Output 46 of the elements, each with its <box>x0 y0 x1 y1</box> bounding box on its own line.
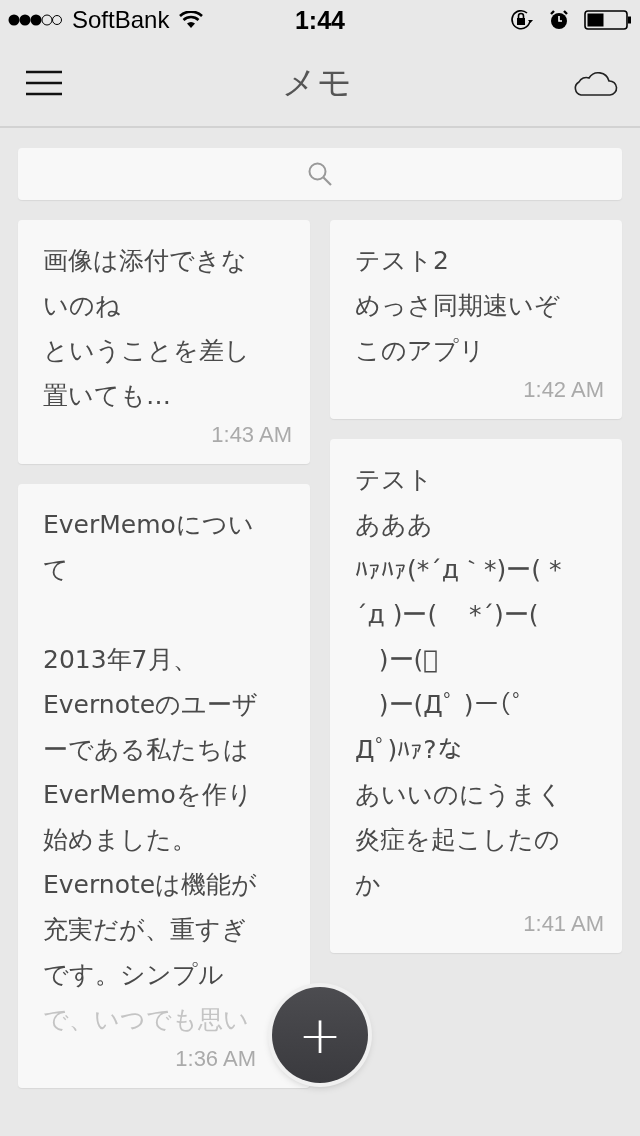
note-text: )ー(Дﾟ )ー(ﾟ <box>377 689 525 721</box>
note-text: このアプリ <box>355 335 485 367</box>
note-text: Evernoteは機能が <box>43 869 258 901</box>
note-text: EverMemoについ <box>43 509 254 541</box>
search-icon <box>307 161 333 187</box>
note-text: 画像は添付できな <box>43 245 247 277</box>
note-card[interactable]: 画像は添付できな いのね ということを差し 置いても… 1:43 AM <box>18 220 310 464</box>
alarm-icon <box>548 9 570 31</box>
note-text: です。シンプル <box>43 959 224 991</box>
note-time: 1:42 AM <box>522 377 605 403</box>
note-time: 1:36 AM <box>174 1046 257 1072</box>
note-card[interactable]: テスト2 めっさ同期速いぞ このアプリ 1:42 AM <box>330 220 622 419</box>
rotation-lock-icon <box>510 9 534 31</box>
search-field[interactable] <box>18 148 622 200</box>
note-text: テスト <box>355 464 433 496</box>
note-text: て <box>43 554 69 586</box>
battery-icon <box>584 10 632 30</box>
note-time: 1:41 AM <box>522 911 605 937</box>
note-text: あいいのにうまく <box>355 779 563 811</box>
note-card[interactable]: テスト あああ ﾊｧﾊｧ(*´д｀*)ー( * ´д )ー( *´)ー( )ー(ﾟ )ー(Дﾟ )ー(ﾟ Дﾟ)ﾊｧ?な あいいのにうまく 炎症を起こしたの か 1:41 AM <box>330 439 622 953</box>
note-text: 始めました。 <box>43 824 197 856</box>
note-text: 置いても… <box>43 380 171 412</box>
menu-icon <box>26 70 62 96</box>
note-text: Дﾟ)ﾊｧ?な <box>355 734 462 766</box>
note-text: ﾊｧﾊｧ(*´д｀*)ー( * <box>355 554 562 586</box>
note-text: ´д )ー( *´)ー( <box>355 599 539 631</box>
note-text: 炎症を起こしたの <box>355 824 560 856</box>
screen-title: メモ <box>282 62 352 103</box>
note-text: テスト2 <box>355 245 449 277</box>
note-text: めっさ同期速いぞ <box>355 290 560 322</box>
note-text: EverMemoを作り <box>43 779 253 811</box>
note-text: いのね <box>43 290 121 322</box>
note-text: ということを差し <box>43 335 250 367</box>
note-time: 1:43 AM <box>210 422 293 448</box>
note-text: )ー(ﾟ <box>377 644 439 676</box>
signal-icon <box>8 13 62 27</box>
cloud-icon <box>572 69 618 97</box>
note-text: Evernoteのユーザ <box>43 689 259 721</box>
note-text: か <box>355 869 381 901</box>
wifi-icon <box>179 11 204 29</box>
carrier-name: SoftBank <box>72 6 170 34</box>
note-text: あああ <box>355 509 433 541</box>
status-time: 1:44 <box>294 5 345 35</box>
note-text: 充実だが、重すぎ <box>43 914 247 946</box>
note-text: 2013年7月、 <box>43 644 198 676</box>
note-text: ーである私たちは <box>43 734 249 766</box>
